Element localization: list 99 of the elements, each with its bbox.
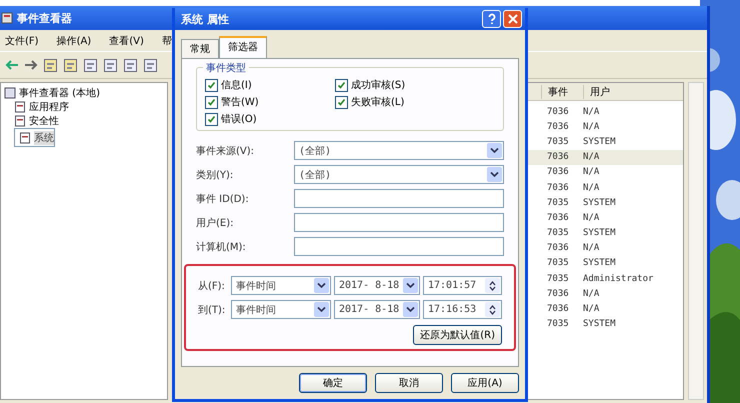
date-picker[interactable]: 2017- 8-18 [334,276,420,295]
field-label: 从(F): [198,280,226,292]
checkbox[interactable] [335,96,348,108]
table-cell-text: N/A [583,304,600,314]
dialog-title: 系统 属性 [181,12,229,26]
tree-item[interactable]: 应用程序 [14,100,69,114]
table-cell-text: N/A [583,288,600,299]
log-icon [14,101,26,113]
field-label: 计算机(M): [196,240,247,254]
menu-item[interactable]: 查看(V) [109,34,144,48]
table-cell-text: N/A [583,152,600,162]
checkbox-label: 成功审核(S) [351,78,406,92]
table-cell-text: 7036 [546,243,570,254]
tab[interactable]: 筛选器 [219,36,267,58]
window-title: 事件查看器 [17,10,72,26]
checkbox[interactable] [205,96,218,108]
caret-icon[interactable] [487,167,502,182]
table-cell-text: SYSTEM [583,258,617,268]
date-picker[interactable]: 2017- 8-18 [334,300,420,319]
table-cell-text: 7035 [546,136,570,147]
table-cell-text: 7036 [546,106,570,117]
menu-item[interactable]: 操作(A) [56,34,92,48]
table-cell-text: 7036 [546,182,570,193]
table-cell-text: 7035 [546,319,570,330]
table-cell-text: N/A [583,122,600,132]
table-cell-text: 7036 [546,304,570,314]
time-spinner[interactable]: 17:16:53 [423,300,502,319]
caret-icon[interactable] [314,302,329,317]
tree-item[interactable]: 事件查看器 (本地) [4,86,100,100]
dropdown[interactable]: 事件时间 [231,276,331,295]
table-cell-text: 7035 [546,198,570,208]
table-cell-text: N/A [583,243,600,254]
table-cell-text: N/A [583,212,600,223]
input-field[interactable] [294,213,504,232]
dropdown[interactable]: (全部) [294,165,504,184]
table-cell-text: SYSTEM [583,136,617,147]
log-icon [14,115,26,127]
table-cell-text: SYSTEM [583,319,617,330]
column-header[interactable]: 用户 [583,84,683,98]
help-icon[interactable] [482,10,501,28]
toolbar-icon[interactable] [63,58,78,72]
checkbox-label: 警告(W) [221,96,259,109]
caret-icon[interactable] [487,143,502,158]
dropdown[interactable]: (全部) [294,141,504,160]
table-cell-text: 7035 [546,258,570,268]
toolbar-icon[interactable] [43,58,58,72]
table-cell-text: 7035 [546,228,570,238]
table-cell-text: SYSTEM [583,228,617,238]
table-cell-text: 7036 [546,288,570,299]
table-cell-text: N/A [583,182,600,193]
toolbar-icon[interactable] [123,58,138,72]
table-cell-text: 7035 [546,274,570,284]
time-spinner[interactable]: 17:01:57 [423,276,502,295]
restore-defaults-button[interactable]: 还原为默认值(R) [413,325,502,345]
toolbar-icon[interactable] [83,58,98,72]
caret-icon[interactable] [314,278,329,293]
tree-item[interactable]: 系统 [14,128,55,147]
menu-item[interactable]: 帮 [162,34,172,48]
input-field[interactable] [294,189,504,208]
table-cell-text: 7036 [546,167,570,178]
field-label: 到(T): [198,304,226,316]
tree-item[interactable]: 安全性 [14,114,59,128]
table-cell-text: Administrator [583,274,654,284]
column-header[interactable]: 事件 [541,84,583,98]
table-cell-text: SYSTEM [583,198,617,208]
checkbox[interactable] [205,78,218,92]
scrollbar[interactable] [688,82,704,400]
spinner-arrows-icon[interactable] [485,302,500,317]
checkbox-label: 信息(I) [221,78,252,92]
tab[interactable]: 常规 [181,39,219,58]
group-title: 事件类型 [203,61,249,75]
table-cell-text: 7036 [546,152,570,162]
field-label: 事件来源(V): [196,144,256,158]
field-label: 类别(Y): [196,168,234,182]
caret-icon[interactable] [403,302,418,317]
checkbox-label: 错误(O) [221,113,257,126]
caret-icon[interactable] [403,278,418,293]
window-icon [1,12,13,24]
input-field[interactable] [294,237,504,256]
dialog-button[interactable]: 确定 [299,373,367,393]
dialog-button[interactable]: 取消 [375,373,443,393]
dialog-button[interactable]: 应用(A) [451,373,519,393]
spinner-arrows-icon[interactable] [485,278,500,293]
checkbox[interactable] [335,78,348,92]
toolbar-icon[interactable] [103,58,118,72]
checkbox-label: 失败审核(L) [351,96,404,109]
forward-icon[interactable] [24,59,38,71]
table-cell-text: 7036 [546,212,570,223]
toolbar-icon[interactable] [143,58,158,72]
close-icon[interactable] [503,10,522,28]
dropdown[interactable]: 事件时间 [231,300,331,319]
checkbox[interactable] [205,112,218,126]
table-cell-text: N/A [583,106,600,117]
table-cell-text: N/A [583,167,600,178]
field-label: 用户(E): [196,216,234,230]
field-label: 事件 ID(D): [196,192,250,206]
table-cell-text: 7036 [546,122,570,132]
log-icon [19,132,31,144]
menu-item[interactable]: 文件(F) [5,34,39,48]
